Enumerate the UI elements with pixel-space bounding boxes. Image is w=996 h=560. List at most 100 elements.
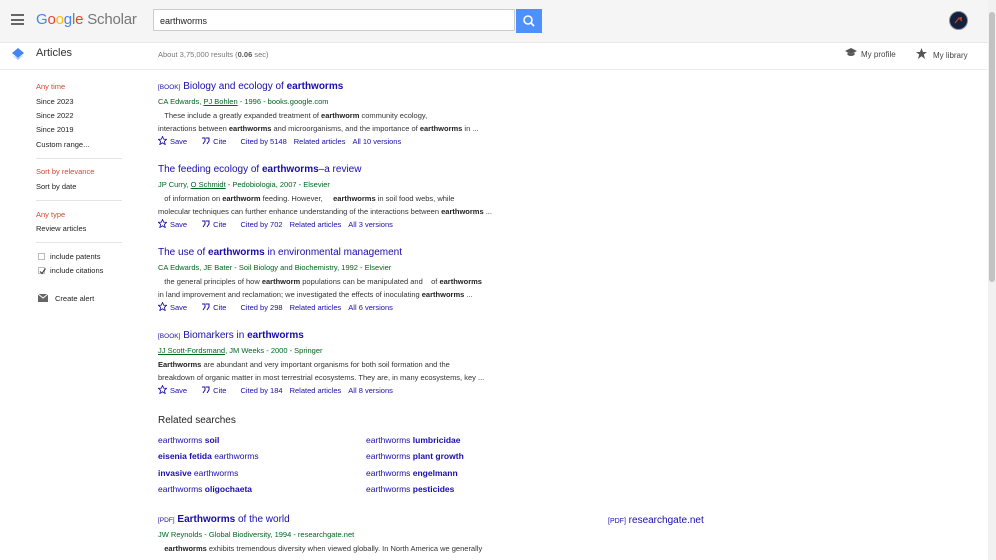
snippet-text: of information on [164,194,223,203]
search-icon [523,15,535,27]
my-library-label: My library [933,51,968,60]
include-patents-checkbox[interactable] [38,253,45,260]
related-highlight: lumbricidae [412,435,461,445]
filter-since-2019[interactable]: Since 2019 [36,125,74,134]
result-snippet: earthworms exhibits tremendous diversity… [158,542,548,555]
logo-letter: G [36,11,48,28]
scrollbar-thumb[interactable] [989,12,995,282]
snippet-text: breakdown of organic matter in most terr… [158,373,485,382]
logo-letter: o [47,11,56,28]
stats-prefix: About 3,75,000 results ( [158,50,238,59]
result-title[interactable]: [BOOK] Biology and ecology of earthworms [158,81,343,92]
result-title[interactable]: The feeding ecology of earthworms–a revi… [158,164,361,175]
related-text: earthworms [158,484,205,494]
title-text: Biology and ecology of [183,81,287,92]
pdf-link[interactable]: [PDF] researchgate.net [608,515,704,526]
related-search-link[interactable]: earthworms lumbricidae [366,435,460,445]
logo-suffix: Scholar [87,11,137,28]
results-header-bar [0,43,988,70]
save-label: Save [170,137,188,146]
save-button[interactable]: Save [157,384,194,395]
cited-by-link[interactable]: Cited by 298 [240,303,282,312]
cite-button[interactable]: Cite [201,303,233,312]
snippet-text: in land improvement and reclamation; we … [158,290,422,299]
related-searches-heading: Related searches [158,415,236,426]
filter-any-type[interactable]: Any type [36,210,65,219]
related-articles-link[interactable]: Related articles [290,220,342,229]
save-label: Save [170,220,188,229]
my-profile-link[interactable]: My profile [845,48,896,59]
snippet-text: in soil food webs, while [375,194,455,203]
search-input[interactable]: earthworms [153,9,515,31]
related-search-link[interactable]: earthworms plant growth [366,451,464,461]
include-citations-checkbox[interactable] [38,267,46,275]
author-link[interactable]: JJ Scott-Fordsmand [158,346,225,355]
title-highlight: earthworms [208,247,265,258]
cite-button[interactable]: Cite [201,386,233,395]
my-library-link[interactable]: My library [916,48,968,60]
related-articles-link[interactable]: Related articles [290,386,342,395]
filter-any-time[interactable]: Any time [36,82,65,91]
result-authors: JJ Scott-Fordsmand, JM Weeks - 2000 - Sp… [158,346,323,355]
menu-icon[interactable] [11,14,24,25]
sort-by-date[interactable]: Sort by date [36,182,76,191]
related-highlight: pesticides [412,484,455,494]
versions-link[interactable]: All 3 versions [348,220,393,229]
articles-icon [12,48,24,60]
star-outline-icon [157,384,168,395]
related-search-link[interactable]: earthworms pesticides [366,484,454,494]
publication-source: - 1996 - books.google.com [237,97,329,106]
versions-link[interactable]: All 10 versions [352,137,401,146]
checkmark-icon [39,268,46,275]
filter-since-2023[interactable]: Since 2023 [36,97,74,106]
related-search-link[interactable]: earthworms engelmann [366,468,458,478]
cite-button[interactable]: Cite [201,220,233,229]
snippet-text: interactions between [158,124,229,133]
related-search-link[interactable]: earthworms soil [158,435,219,445]
create-alert-link[interactable]: Create alert [55,294,94,303]
related-articles-link[interactable]: Related articles [290,303,342,312]
save-button[interactable]: Save [157,135,194,146]
sort-by-relevance[interactable]: Sort by relevance [36,167,94,176]
include-patents-label[interactable]: include patents [50,252,100,261]
cite-label: Cite [213,220,227,229]
title-highlight: Earthworms [177,514,236,525]
author-link[interactable]: PJ Bohlen [203,97,237,106]
result-title[interactable]: [BOOK] Biomarkers in earthworms [158,330,304,341]
title-text: The feeding ecology of [158,164,262,175]
save-button[interactable]: Save [157,301,194,312]
save-button[interactable]: Save [157,218,194,229]
result-type-tag: [BOOK] [158,333,181,340]
snippet-text: the general principles of how [164,277,262,286]
sidebar-divider [36,242,122,243]
result-title[interactable]: The use of earthworms in environmental m… [158,247,402,258]
snippet-highlight: earthworm [321,111,360,120]
search-button[interactable] [516,9,542,33]
related-highlight: soil [204,435,220,445]
filter-custom-range[interactable]: Custom range... [36,140,89,149]
avatar[interactable] [949,11,968,30]
result-title[interactable]: [PDF] Earthworms of the world [158,514,290,525]
result-actions: Save Cite Cited by 298 Related articles All … [157,301,400,312]
include-citations-label[interactable]: include citations [50,266,103,275]
cite-label: Cite [213,303,227,312]
cited-by-link[interactable]: Cited by 184 [240,386,282,395]
related-search-link[interactable]: eisenia fetida earthworms [158,451,259,461]
versions-link[interactable]: All 6 versions [348,303,393,312]
filter-review-articles[interactable]: Review articles [36,224,86,233]
save-label: Save [170,386,188,395]
google-scholar-logo[interactable]: Google Scholar [36,11,137,28]
title-highlight: earthworms [286,81,344,92]
title-text: in environmental management [264,247,403,258]
articles-label[interactable]: Articles [36,47,72,59]
cite-button[interactable]: Cite [201,137,233,146]
related-articles-link[interactable]: Related articles [294,137,346,146]
versions-link[interactable]: All 8 versions [348,386,393,395]
filter-since-2022[interactable]: Since 2022 [36,111,74,120]
related-search-link[interactable]: earthworms oligochaeta [158,484,252,494]
related-search-link[interactable]: invasive earthworms [158,468,238,478]
cited-by-link[interactable]: Cited by 5148 [240,137,286,146]
avatar-image [954,16,963,24]
author-link[interactable]: O Schmidt [191,180,226,189]
cited-by-link[interactable]: Cited by 702 [240,220,282,229]
